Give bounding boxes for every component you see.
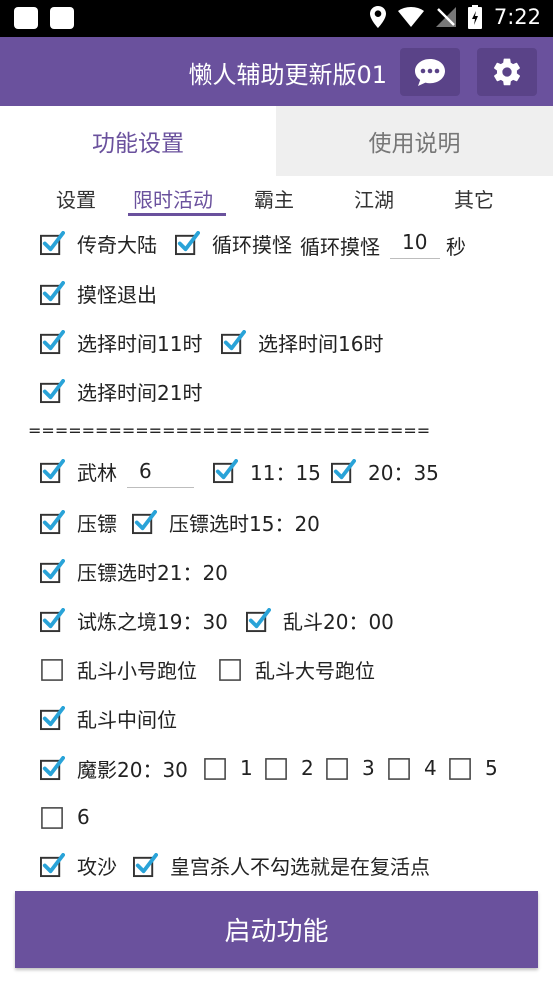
app-title: 懒人辅助更新版01 <box>188 61 387 89</box>
notification-icon <box>50 7 74 29</box>
checkbox-time-21[interactable]: 选择时间21时 <box>40 371 202 411</box>
checkbox-gongsha[interactable]: 攻沙 <box>40 845 117 885</box>
loop-label: 循环摸怪 <box>300 235 380 259</box>
clock: 7:22 <box>493 5 541 29</box>
checkbox-unchecked-icon <box>41 658 63 681</box>
chat-button[interactable] <box>400 48 460 96</box>
checkbox-moying-2[interactable]: 2 <box>264 748 314 788</box>
checkbox-shilian[interactable]: 试炼之境19：30 <box>40 600 228 640</box>
checkbox-checked-icon <box>246 607 271 632</box>
option-row: 摸怪退出 <box>0 273 553 313</box>
option-row: 魔影20：30 1 2 3 4 5 <box>0 748 553 788</box>
checkbox-checked-icon <box>40 329 65 354</box>
checkbox-unchecked-icon <box>219 658 241 681</box>
notification-icon <box>14 7 38 29</box>
start-button[interactable]: 启动功能 <box>15 891 538 968</box>
main-tabs: 功能设置 使用说明 <box>0 106 553 176</box>
checkbox-luandou-big[interactable]: 乱斗大号跑位 <box>218 649 375 689</box>
status-bar: 7:22 <box>0 0 553 37</box>
checkbox-luandou[interactable]: 乱斗20：00 <box>246 600 394 640</box>
checkbox-unchecked-icon <box>388 757 410 780</box>
subtab-other[interactable]: 其它 <box>454 184 494 213</box>
option-row: 攻沙 皇宫杀人不勾选就是在复活点 <box>0 845 553 885</box>
checkbox-moying[interactable]: 魔影20：30 <box>40 748 188 788</box>
checkbox-wulin-2035[interactable]: 20：35 <box>331 451 439 491</box>
settings-button[interactable] <box>477 48 537 96</box>
option-row: 选择时间21时 <box>0 371 553 411</box>
active-subtab-indicator <box>128 213 226 216</box>
location-icon <box>369 6 386 28</box>
checkbox-moying-1[interactable]: 1 <box>203 748 253 788</box>
separator-line: ============================== <box>28 421 431 440</box>
checkbox-luandou-small[interactable]: 乱斗小号跑位 <box>40 649 197 689</box>
subtab-settings[interactable]: 设置 <box>56 184 96 213</box>
checkbox-checked-icon <box>133 852 158 877</box>
checkbox-checked-icon <box>40 280 65 305</box>
checkbox-checked-icon <box>40 607 65 632</box>
wifi-icon <box>397 7 424 27</box>
checkbox-checked-icon <box>40 755 65 780</box>
checkbox-checked-icon <box>40 378 65 403</box>
checkbox-yabiao[interactable]: 压镖 <box>40 502 117 542</box>
checkbox-chuanqi[interactable]: 传奇大陆 <box>40 223 157 263</box>
option-row: 传奇大陆 循环摸怪 循环摸怪 10 秒 <box>0 223 553 263</box>
checkbox-unchecked-icon <box>265 757 287 780</box>
wulin-count-input[interactable]: 6 <box>127 454 194 488</box>
checkbox-luandou-middle[interactable]: 乱斗中间位 <box>40 698 177 738</box>
checkbox-unchecked-icon <box>41 806 63 829</box>
subtab-limited-events[interactable]: 限时活动 <box>133 184 213 213</box>
no-signal-icon <box>435 7 456 27</box>
option-row: 6 <box>0 797 553 837</box>
checkbox-checked-icon <box>40 558 65 583</box>
checkbox-moying-3[interactable]: 3 <box>325 748 375 788</box>
checkbox-moying-5[interactable]: 5 <box>448 748 498 788</box>
battery-icon <box>467 5 482 29</box>
checkbox-time-16[interactable]: 选择时间16时 <box>221 322 383 362</box>
checkbox-checked-icon <box>40 230 65 255</box>
option-row: 选择时间11时 选择时间16时 <box>0 322 553 362</box>
subtab-overlord[interactable]: 霸主 <box>254 184 294 213</box>
checkbox-checked-icon <box>40 509 65 534</box>
tab-function-settings[interactable]: 功能设置 <box>0 106 276 176</box>
checkbox-unchecked-icon <box>204 757 226 780</box>
checkbox-palace-kill[interactable]: 皇宫杀人不勾选就是在复活点 <box>133 845 430 885</box>
sub-tabs: 设置 限时活动 霸主 江湖 其它 <box>0 176 553 220</box>
tab-usage-instructions[interactable]: 使用说明 <box>276 106 553 176</box>
seconds-unit: 秒 <box>446 235 466 259</box>
checkbox-wulin-1115[interactable]: 11：15 <box>213 451 321 491</box>
loop-seconds-input[interactable]: 10 <box>390 225 440 259</box>
checkbox-checked-icon <box>40 458 65 483</box>
checkbox-checked-icon <box>221 329 246 354</box>
option-row: 武林 6 11：15 20：35 <box>0 451 553 491</box>
app-bar: 懒人辅助更新版01 <box>0 37 553 106</box>
checkbox-unchecked-icon <box>326 757 348 780</box>
option-row: 压镖选时21：20 <box>0 551 553 591</box>
checkbox-checked-icon <box>40 852 65 877</box>
option-row: 乱斗中间位 <box>0 698 553 738</box>
option-row: 乱斗小号跑位 乱斗大号跑位 <box>0 649 553 689</box>
subtab-jianghu[interactable]: 江湖 <box>354 184 394 213</box>
checkbox-checked-icon <box>175 230 200 255</box>
checkbox-yabiao-2120[interactable]: 压镖选时21：20 <box>40 551 228 591</box>
checkbox-checked-icon <box>132 509 157 534</box>
checkbox-moying-4[interactable]: 4 <box>387 748 437 788</box>
checkbox-exit[interactable]: 摸怪退出 <box>40 273 157 313</box>
checkbox-checked-icon <box>331 458 356 483</box>
chat-icon <box>415 59 445 86</box>
checkbox-yabiao-1520[interactable]: 压镖选时15：20 <box>132 502 320 542</box>
checkbox-loop-monster[interactable]: 循环摸怪 <box>175 223 292 263</box>
gear-icon <box>494 58 521 86</box>
checkbox-checked-icon <box>213 458 238 483</box>
checkbox-checked-icon <box>40 705 65 730</box>
checkbox-wulin[interactable]: 武林 <box>40 451 117 491</box>
checkbox-moying-6[interactable]: 6 <box>40 797 90 837</box>
checkbox-time-11[interactable]: 选择时间11时 <box>40 322 202 362</box>
option-row: 压镖 压镖选时15：20 <box>0 502 553 542</box>
checkbox-unchecked-icon <box>449 757 471 780</box>
option-row: 试炼之境19：30 乱斗20：00 <box>0 600 553 640</box>
